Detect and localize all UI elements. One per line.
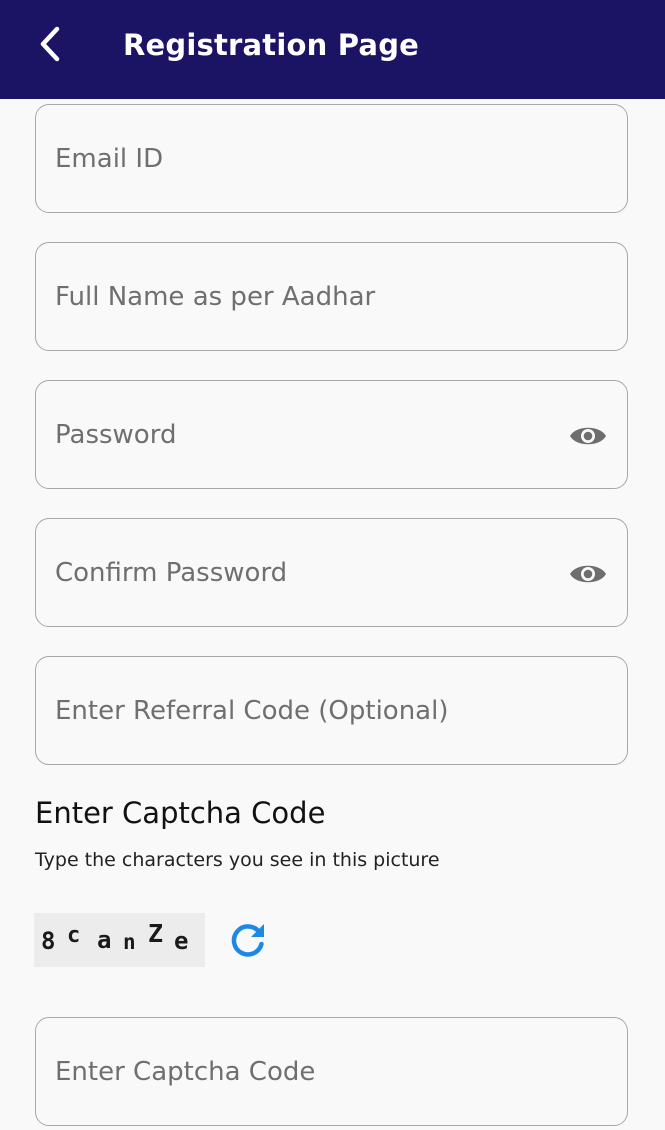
refresh-icon[interactable] bbox=[228, 920, 268, 960]
captcha-input[interactable] bbox=[55, 1018, 555, 1125]
captcha-char: Z bbox=[148, 919, 164, 948]
eye-icon[interactable] bbox=[569, 423, 607, 449]
app-bar: Registration Page bbox=[0, 0, 665, 99]
referral-field-container bbox=[35, 656, 628, 765]
password-field[interactable] bbox=[55, 381, 555, 488]
eye-icon[interactable] bbox=[569, 561, 607, 587]
captcha-char: n bbox=[123, 930, 136, 954]
confirm-password-field-container bbox=[35, 518, 628, 627]
captcha-heading: Enter Captcha Code bbox=[35, 796, 326, 830]
referral-code-field[interactable] bbox=[55, 657, 555, 764]
captcha-field-container bbox=[35, 1017, 628, 1126]
email-field-container bbox=[35, 104, 628, 213]
captcha-char: c bbox=[67, 923, 81, 948]
back-button[interactable] bbox=[28, 22, 72, 66]
captcha-char: 8 bbox=[41, 927, 56, 955]
captcha-image: 8 c a n Z e bbox=[34, 913, 205, 967]
full-name-field-container bbox=[35, 242, 628, 351]
email-field[interactable] bbox=[55, 105, 555, 212]
captcha-subtitle: Type the characters you see in this pict… bbox=[35, 849, 440, 871]
page-title: Registration Page bbox=[123, 28, 420, 62]
chevron-left-icon bbox=[40, 26, 60, 62]
confirm-password-field[interactable] bbox=[55, 519, 555, 626]
password-field-container bbox=[35, 380, 628, 489]
captcha-char: a bbox=[97, 926, 112, 954]
captcha-char: e bbox=[174, 927, 189, 955]
full-name-field[interactable] bbox=[55, 243, 555, 350]
